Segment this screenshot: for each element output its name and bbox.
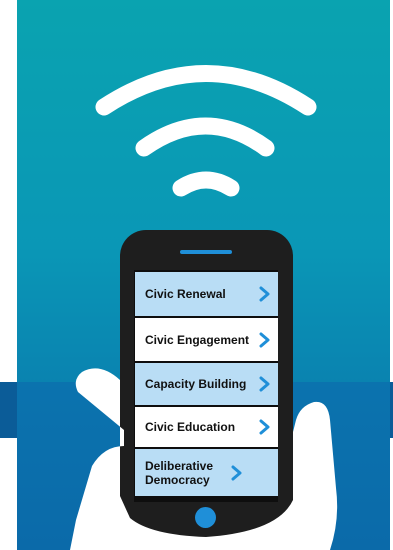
hand-icon [70, 368, 338, 550]
